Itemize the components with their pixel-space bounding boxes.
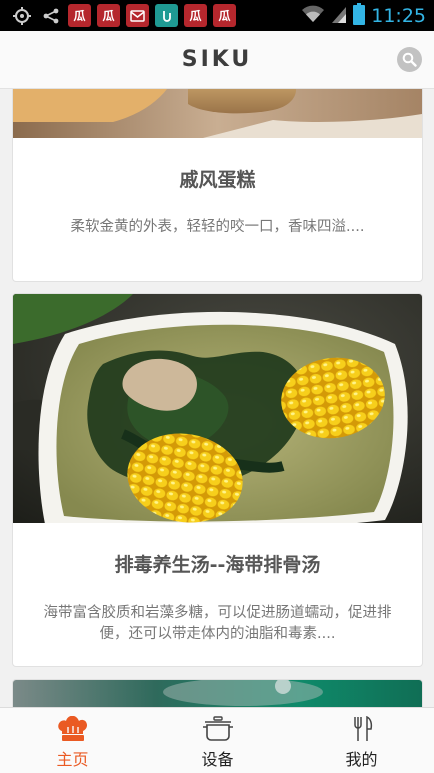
link-app-icon bbox=[155, 4, 178, 27]
recipe-image bbox=[13, 89, 422, 138]
recipe-image bbox=[13, 680, 422, 707]
search-button[interactable] bbox=[397, 47, 422, 72]
recipe-title: 戚风蛋糕 bbox=[179, 169, 256, 191]
nav-mine-label: 我的 bbox=[345, 750, 378, 769]
system-icons: 11:25 bbox=[301, 2, 426, 29]
notification-icons: 瓜 瓜 瓜 瓜 bbox=[10, 4, 236, 27]
mail-app-icon bbox=[126, 4, 149, 27]
nav-home[interactable]: 主页 bbox=[0, 708, 145, 773]
nav-devices[interactable]: 设备 bbox=[145, 708, 290, 773]
app-notification-icon: 瓜 bbox=[97, 4, 120, 27]
nav-home-label: 主页 bbox=[56, 750, 89, 769]
app-title: SIKU bbox=[181, 47, 253, 72]
app-header: SIKU bbox=[0, 31, 434, 89]
chef-hat-icon bbox=[57, 716, 87, 741]
recipe-image bbox=[13, 294, 422, 523]
location-icon bbox=[10, 4, 33, 27]
app-notification-icon: 瓜 bbox=[184, 4, 207, 27]
recipe-card[interactable] bbox=[12, 679, 423, 707]
fork-knife-icon bbox=[353, 716, 372, 741]
wifi-icon bbox=[301, 4, 325, 28]
status-time: 11:25 bbox=[371, 4, 426, 27]
recipe-card[interactable]: 排毒养生汤--海带排骨汤 海带富含胶质和岩藻多糖，可以促进肠道蠕动，促进排便，还… bbox=[12, 293, 423, 667]
search-icon bbox=[402, 52, 417, 67]
signal-icon bbox=[331, 4, 347, 28]
recipe-description: 柔软金黄的外表，轻轻的咬一口，香味四溢.... bbox=[70, 219, 365, 235]
app-notification-icon: 瓜 bbox=[68, 4, 91, 27]
recipe-card[interactable]: 戚风蛋糕 柔软金黄的外表，轻轻的咬一口，香味四溢.... bbox=[12, 89, 423, 282]
nav-mine[interactable]: 我的 bbox=[289, 708, 434, 773]
bottom-navigation: 主页 设备 我的 bbox=[0, 707, 434, 773]
recipe-description: 海带富含胶质和岩藻多糖，可以促进肠道蠕动，促进排便，还可以带走体内的油脂和毒素.… bbox=[43, 605, 392, 642]
recipe-feed[interactable]: 戚风蛋糕 柔软金黄的外表，轻轻的咬一口，香味四溢.... 排毒养生汤--海带排骨… bbox=[0, 89, 434, 707]
cooking-pot-icon bbox=[202, 716, 233, 741]
battery-icon bbox=[353, 2, 366, 29]
app-notification-icon: 瓜 bbox=[213, 4, 236, 27]
nav-devices-label: 设备 bbox=[201, 750, 234, 769]
recipe-title: 排毒养生汤--海带排骨汤 bbox=[114, 554, 321, 576]
share-icon bbox=[39, 4, 62, 27]
status-bar: 瓜 瓜 瓜 瓜 11:25 bbox=[0, 0, 434, 31]
